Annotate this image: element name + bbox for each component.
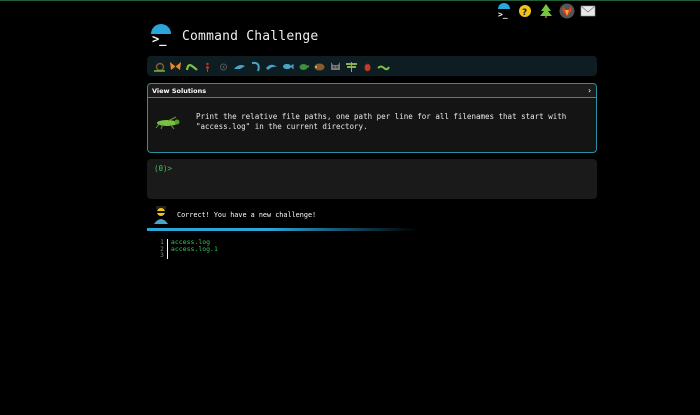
svg-text:?: ? xyxy=(522,8,527,18)
challenge-progress-bar xyxy=(147,56,597,76)
grasshopper-icon xyxy=(154,115,182,130)
hedgehog-icon[interactable] xyxy=(313,60,326,73)
line-number: 3 xyxy=(160,251,164,259)
ladybug-small-icon[interactable] xyxy=(217,60,230,73)
shrimp-icon[interactable] xyxy=(249,60,262,73)
terminal-input[interactable]: (0)> xyxy=(147,159,597,199)
top-border-line xyxy=(0,0,700,1)
butterfly-icon[interactable] xyxy=(169,60,182,73)
bird-icon[interactable] xyxy=(233,60,246,73)
feedback-row: Correct! You have a new challenge! xyxy=(152,205,316,225)
terminal-icon[interactable]: >_ xyxy=(496,3,512,19)
snail-icon[interactable] xyxy=(153,60,166,73)
top-nav: >_ ? xyxy=(496,3,596,19)
tree-icon[interactable] xyxy=(538,3,554,19)
header: >_ Command Challenge xyxy=(150,24,318,48)
view-solutions-toggle[interactable]: View Solutions › xyxy=(148,84,596,98)
help-icon[interactable]: ? xyxy=(517,3,533,19)
terminal-prompt: (0)> xyxy=(154,164,173,173)
turtle-icon[interactable] xyxy=(297,60,310,73)
challenge-panel: View Solutions › Print the relative file… xyxy=(147,83,597,153)
challenge-description: Print the relative file paths, one path … xyxy=(196,112,567,131)
dragonfly-icon[interactable] xyxy=(345,60,358,73)
output-lines: access.log access.log.1 xyxy=(168,239,218,259)
feedback-message: Correct! You have a new challenge! xyxy=(177,211,317,219)
mail-icon[interactable] xyxy=(580,3,596,19)
line-numbers: 1 2 3 xyxy=(160,239,168,259)
avatar xyxy=(152,205,170,225)
fish-icon[interactable] xyxy=(281,60,294,73)
chevron-right-icon[interactable]: › xyxy=(587,86,592,95)
caterpillar-icon[interactable] xyxy=(185,60,198,73)
view-solutions-label: View Solutions xyxy=(152,86,207,95)
worm-icon[interactable] xyxy=(377,60,390,73)
output-line: access.log.1 xyxy=(170,244,218,253)
svg-text:>_: >_ xyxy=(498,10,508,19)
gitlab-icon[interactable] xyxy=(559,3,575,19)
command-output: 1 2 3 access.log access.log.1 xyxy=(160,239,218,259)
beetle-icon[interactable] xyxy=(361,60,374,73)
ant-icon[interactable] xyxy=(201,60,214,73)
dolphin-icon[interactable] xyxy=(265,60,278,73)
section-divider xyxy=(147,228,417,231)
cat-icon[interactable] xyxy=(329,60,342,73)
page-title: Command Challenge xyxy=(182,28,319,44)
logo-icon[interactable]: >_ xyxy=(150,24,172,48)
